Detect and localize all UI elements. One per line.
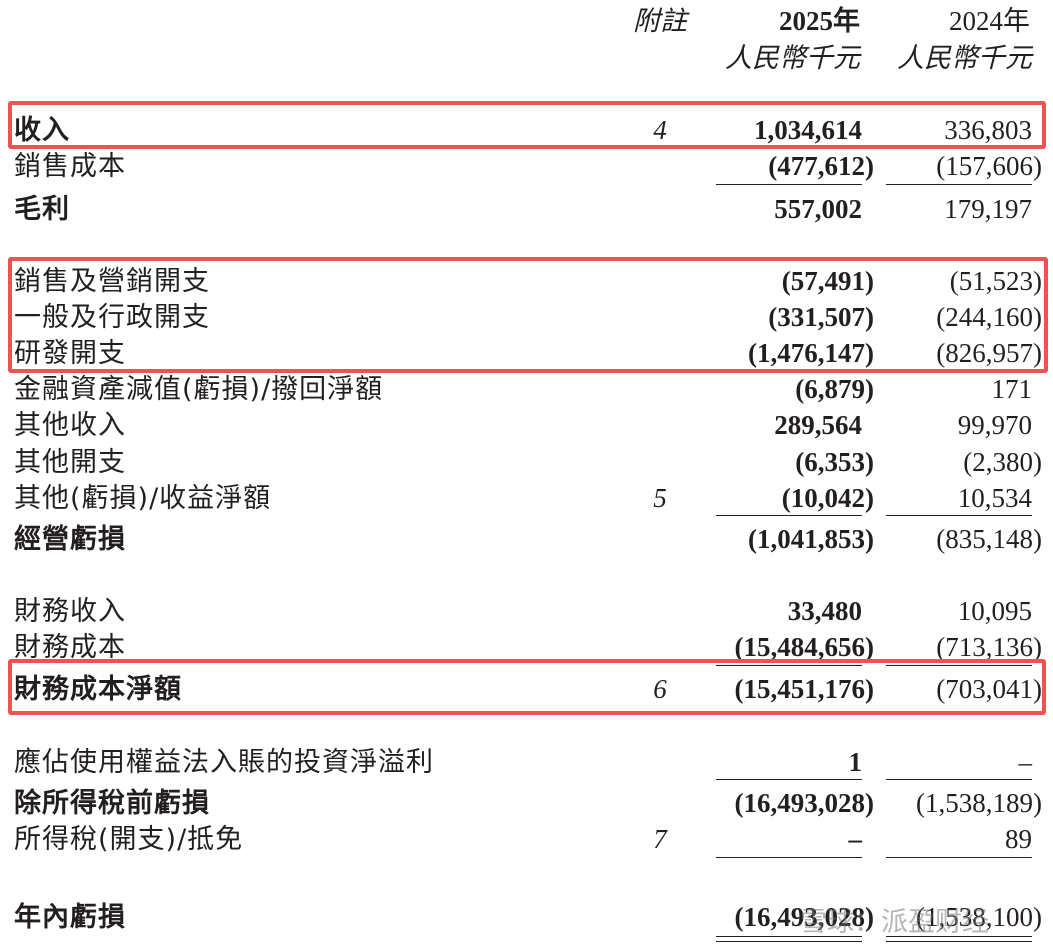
table-row: 財務收入 33,480 10,095 [0,598,1053,634]
subtotal-rule-2025 [716,184,862,185]
row-label: 銷售成本 [14,151,126,182]
value-2025: (16,493,028) [734,788,874,818]
value-2024: 10,534 [957,483,1032,513]
highlight-box-finance-cost [8,659,1046,715]
value-2025: (1,041,853) [748,524,874,554]
value-2024: 10,095 [957,596,1032,626]
value-2025: (6,353) [795,447,874,477]
value-2024: 179,197 [944,194,1032,224]
subtotal-rule-2025 [716,515,862,516]
value-2025: 33,480 [787,596,862,626]
subtotal-rule-2025 [716,779,862,780]
value-2025: 557,002 [774,194,862,224]
value-2025: (10,042) [781,483,874,513]
note-column-header: 附註 [633,6,687,36]
highlight-box-expenses [8,257,1048,373]
value-2024: (835,148) [936,524,1042,554]
row-label: 財務成本 [14,632,126,663]
row-label: 金融資產減值(虧損)/撥回淨額 [14,374,384,405]
table-row: 經營虧損 (1,041,853) (835,148) [0,526,1053,562]
row-label: 年內虧損 [14,902,126,933]
row-label: 所得稅(開支)/抵免 [14,824,244,855]
value-2025: 1 [848,747,863,777]
subtotal-rule-2024 [886,857,1032,858]
table-row: 其他收入 289,564 99,970 [0,412,1053,448]
table-row: 其他開支 (6,353) (2,380) [0,449,1053,485]
subtotal-rule-2024 [886,184,1032,185]
row-label: 其他開支 [14,447,126,478]
unit-2025-header: 人民幣千元 [725,43,860,73]
row-note: 5 [653,483,667,513]
value-2025: (15,484,656) [734,632,874,662]
value-2024: 89 [1005,824,1032,854]
unit-2024-header: 人民幣千元 [897,43,1032,73]
year-2024-header: 2024年 [949,6,1030,36]
value-2024: (713,136) [936,632,1042,662]
value-2024: (2,380) [963,447,1042,477]
value-2025: 289,564 [774,410,862,440]
watermark: 雪球：派盈财经 [800,907,989,938]
row-label: 應佔使用權益法入賬的投資淨溢利 [14,747,434,778]
row-label: 財務收入 [14,596,126,627]
subtotal-rule-2024 [886,515,1032,516]
value-2024: 171 [991,374,1033,404]
subtotal-rule-2024 [886,779,1032,780]
row-label: 經營虧損 [14,524,126,555]
value-2024: (157,606) [936,151,1042,181]
year-2025-header: 2025年 [779,6,860,36]
row-label: 其他收入 [14,410,126,441]
value-2024: (1,538,189) [916,788,1042,818]
table-row: 金融資產減值(虧損)/撥回淨額 (6,879) 171 [0,376,1053,412]
table-row: 毛利 557,002 179,197 [0,196,1053,232]
value-2025: (477,612) [768,151,874,181]
table-row: 除所得稅前虧損 (16,493,028) (1,538,189) [0,790,1053,826]
value-2025: (6,879) [795,374,874,404]
highlight-box-revenue [8,101,1046,149]
row-label: 其他(虧損)/收益淨額 [14,483,272,514]
value-2024: – [1018,747,1033,777]
value-2025: – [848,824,863,854]
row-note: 7 [653,824,667,854]
value-2024: 99,970 [957,410,1032,440]
row-label: 除所得稅前虧損 [14,788,210,819]
subtotal-rule-2025 [716,857,862,858]
row-label: 毛利 [14,194,70,225]
